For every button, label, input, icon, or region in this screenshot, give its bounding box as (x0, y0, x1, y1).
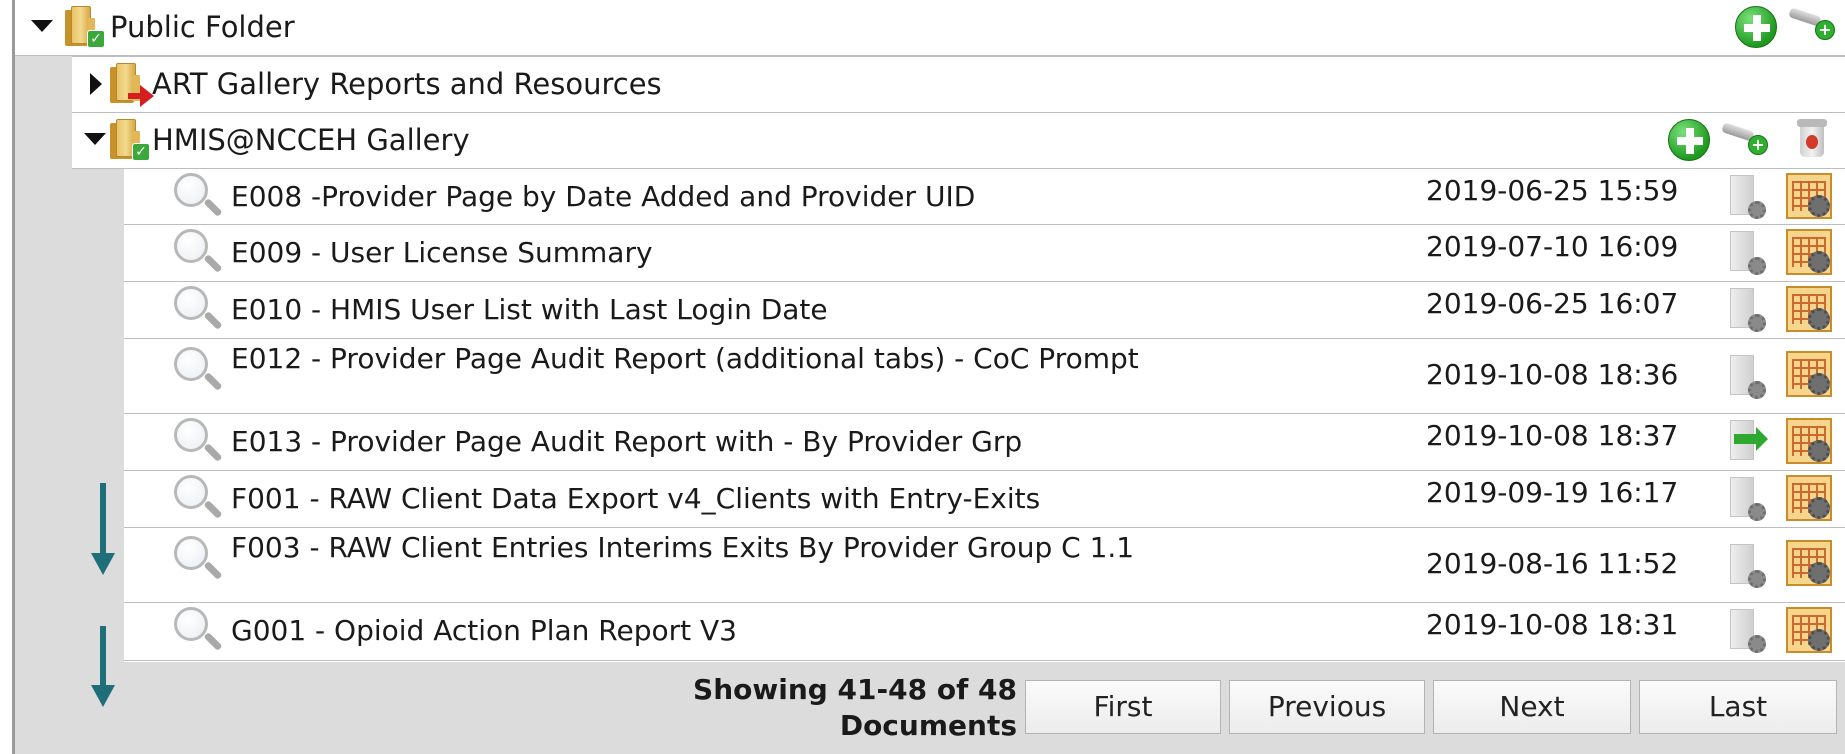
schedule-icon[interactable] (1728, 609, 1768, 655)
preview-magnifier-icon[interactable] (174, 229, 224, 279)
pagination-summary-line: Showing 41-48 of 48 (693, 673, 1017, 706)
down-arrow-annotation (91, 483, 115, 576)
preview-magnifier-icon[interactable] (174, 173, 224, 223)
document-row[interactable]: E008 -Provider Page by Date Added and Pr… (124, 169, 1845, 225)
schedule-icon[interactable] (1728, 355, 1768, 401)
permissions-key-icon[interactable]: + (1788, 6, 1839, 42)
pagination-summary: Showing 41-48 of 48 Documents (124, 672, 1017, 744)
folder-label[interactable]: ART Gallery Reports and Resources (152, 67, 662, 101)
calendar-schedule-icon[interactable] (1786, 418, 1832, 464)
schedule-icon[interactable] (1728, 288, 1768, 334)
document-date: 2019-10-08 18:36 (1426, 358, 1679, 391)
preview-magnifier-icon[interactable] (174, 418, 224, 468)
document-date: 2019-06-25 16:07 (1426, 287, 1679, 320)
document-date: 2019-08-16 11:52 (1426, 547, 1679, 580)
calendar-schedule-icon[interactable] (1786, 475, 1832, 521)
schedule-icon[interactable] (1728, 544, 1768, 590)
tree-row-public-folder[interactable]: ✓ Public Folder + (15, 0, 1845, 56)
document-date: 2019-10-08 18:31 (1426, 608, 1679, 641)
calendar-schedule-icon[interactable] (1786, 351, 1832, 397)
calendar-schedule-icon[interactable] (1786, 540, 1832, 586)
expand-triangle-icon[interactable] (90, 73, 102, 95)
collapse-triangle-icon[interactable] (84, 133, 106, 145)
calendar-schedule-icon[interactable] (1786, 286, 1832, 332)
document-title[interactable]: F003 - RAW Client Entries Interims Exits… (231, 530, 1171, 566)
document-title[interactable]: E010 - HMIS User List with Last Login Da… (231, 292, 1231, 328)
document-row[interactable]: F001 - RAW Client Data Export v4_Clients… (124, 471, 1845, 528)
document-title[interactable]: E009 - User License Summary (231, 235, 1231, 271)
folder-linked-icon (108, 61, 154, 107)
add-document-icon[interactable] (1668, 119, 1710, 161)
pagination-summary-line: Documents (839, 709, 1017, 742)
folder-label[interactable]: Public Folder (110, 10, 295, 44)
calendar-schedule-icon[interactable] (1786, 173, 1832, 219)
scheduled-arrow-icon[interactable] (1728, 420, 1768, 466)
document-date: 2019-06-25 15:59 (1426, 174, 1679, 207)
folder-label[interactable]: HMIS@NCCEH Gallery (152, 123, 470, 157)
folder-shared-icon: ✓ (108, 117, 150, 161)
document-row[interactable]: E012 - Provider Page Audit Report (addit… (124, 339, 1845, 414)
next-page-button[interactable]: Next (1433, 680, 1631, 734)
down-arrow-annotation (91, 626, 115, 708)
calendar-schedule-icon[interactable] (1786, 229, 1832, 275)
schedule-icon[interactable] (1728, 231, 1768, 277)
document-date: 2019-07-10 16:09 (1426, 230, 1679, 263)
preview-magnifier-icon[interactable] (174, 536, 224, 586)
document-title[interactable]: E012 - Provider Page Audit Report (addit… (231, 341, 1151, 377)
preview-magnifier-icon[interactable] (174, 475, 224, 525)
folder-shared-icon: ✓ (63, 4, 105, 48)
pagination-bar: Showing 41-48 of 48 Documents First Prev… (124, 662, 1845, 754)
preview-magnifier-icon[interactable] (174, 286, 224, 336)
document-row[interactable]: E010 - HMIS User List with Last Login Da… (124, 282, 1845, 339)
previous-page-button[interactable]: Previous (1229, 680, 1425, 734)
document-row[interactable]: E009 - User License Summary 2019-07-10 1… (124, 225, 1845, 282)
red-arrow-icon (128, 85, 154, 107)
document-title[interactable]: G001 - Opioid Action Plan Report V3 (231, 613, 1231, 649)
document-title[interactable]: F001 - RAW Client Data Export v4_Clients… (231, 481, 1231, 517)
document-list: E008 -Provider Page by Date Added and Pr… (124, 169, 1845, 661)
add-document-icon[interactable] (1735, 6, 1777, 48)
document-title[interactable]: E013 - Provider Page Audit Report with -… (231, 424, 1231, 460)
schedule-icon[interactable] (1728, 477, 1768, 523)
document-row[interactable]: F003 - RAW Client Entries Interims Exits… (124, 528, 1845, 603)
calendar-schedule-icon[interactable] (1786, 607, 1832, 653)
tree-row-art-gallery[interactable]: ART Gallery Reports and Resources (72, 56, 1845, 113)
permissions-key-icon[interactable]: + (1721, 121, 1772, 157)
collapse-triangle-icon[interactable] (31, 20, 53, 32)
document-date: 2019-09-19 16:17 (1426, 476, 1679, 509)
document-title[interactable]: E008 -Provider Page by Date Added and Pr… (231, 179, 1231, 215)
last-page-button[interactable]: Last (1639, 680, 1837, 734)
document-row[interactable]: G001 - Opioid Action Plan Report V3 2019… (124, 603, 1845, 661)
schedule-icon[interactable] (1728, 175, 1768, 221)
tree-indent-gutter (15, 56, 72, 754)
preview-magnifier-icon[interactable] (174, 347, 224, 397)
first-page-button[interactable]: First (1025, 680, 1221, 734)
delete-trash-icon[interactable] (1797, 119, 1827, 157)
tree-row-hmis-gallery[interactable]: ✓ HMIS@NCCEH Gallery + (72, 113, 1845, 169)
document-row[interactable]: E013 - Provider Page Audit Report with -… (124, 414, 1845, 471)
report-gallery-panel: ✓ Public Folder + ART Gallery Reports an… (0, 0, 1845, 754)
document-date: 2019-10-08 18:37 (1426, 419, 1679, 452)
preview-magnifier-icon[interactable] (174, 607, 224, 657)
